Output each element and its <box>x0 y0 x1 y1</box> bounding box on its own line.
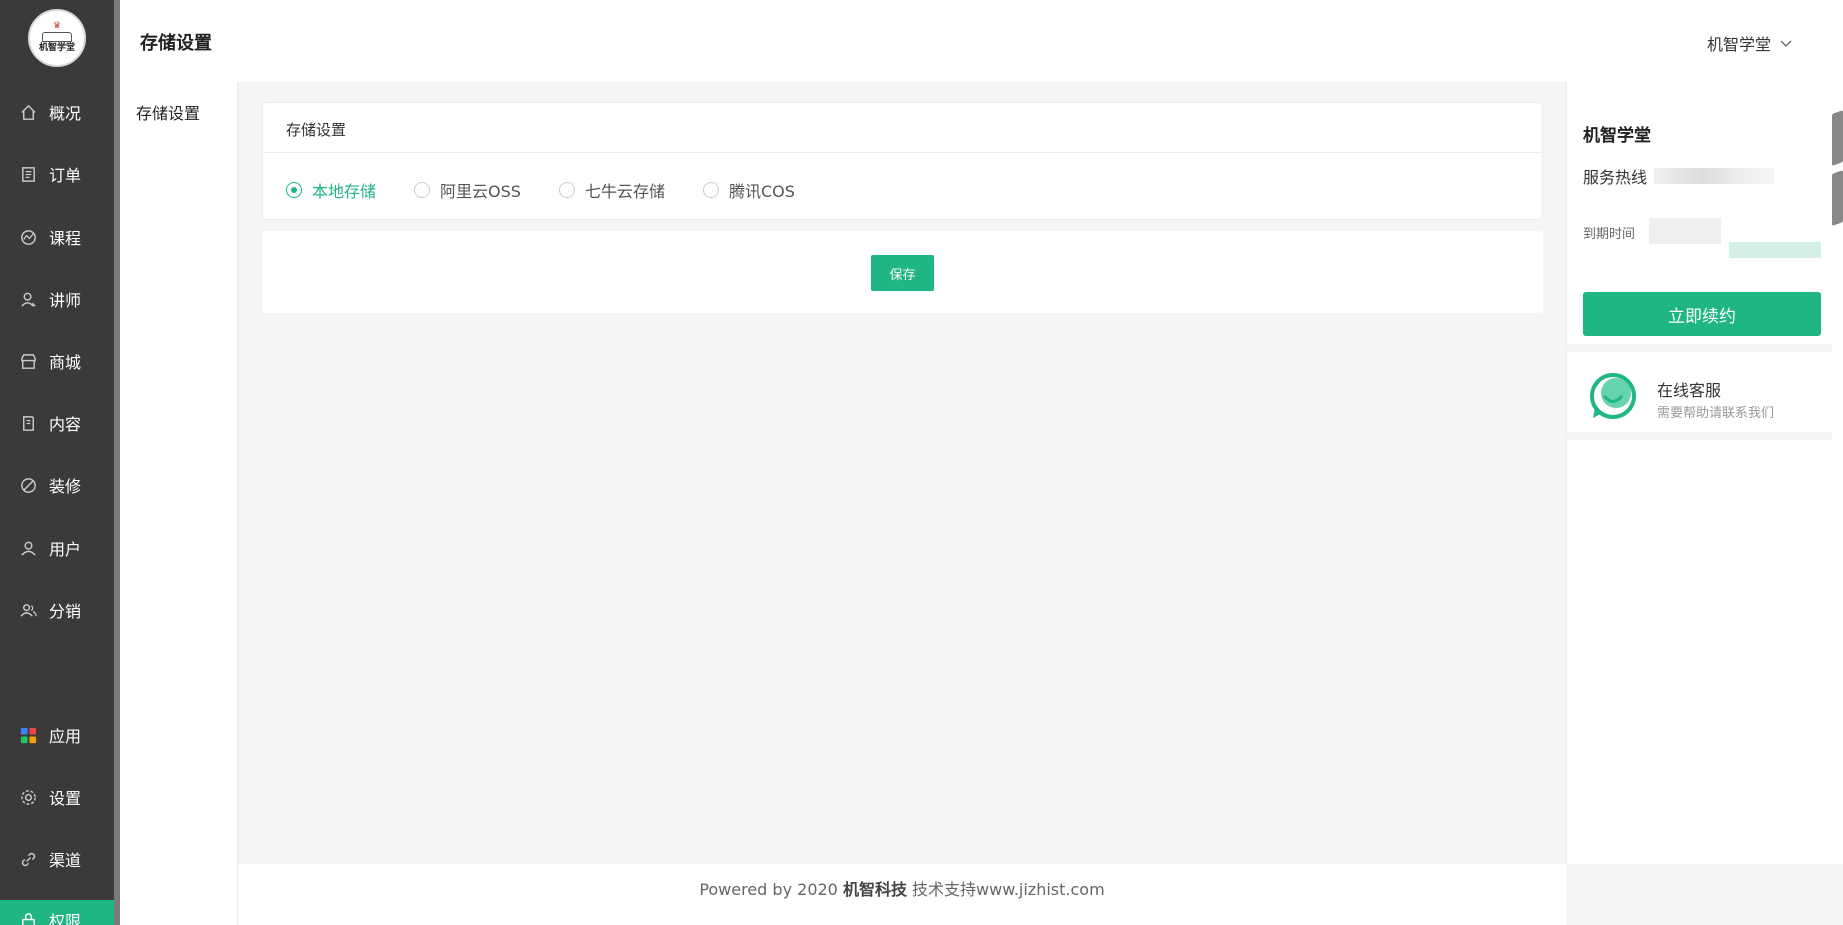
nav-item-label: 分销 <box>49 602 82 621</box>
nav-item-label: 讲师 <box>49 291 82 310</box>
chart-icon <box>18 227 38 247</box>
footer-suffix: 技术支持www.jizhist.com <box>906 880 1105 899</box>
nav-item-permissions[interactable]: 权限 <box>0 900 114 925</box>
card-title: 存储设置 <box>263 103 1542 153</box>
nav-item-label: 渠道 <box>49 851 82 870</box>
scroll-handle[interactable] <box>1832 169 1843 227</box>
book-icon <box>42 32 72 42</box>
secondary-sidebar: 存储设置 <box>120 82 238 925</box>
storage-option-radio[interactable]: 七牛云存储 <box>558 178 665 202</box>
radio-circle[interactable] <box>414 182 431 198</box>
support-subtitle: 需要帮助请联系我们 <box>1657 406 1775 421</box>
top-header: 存储设置 机智学堂 <box>120 0 1843 82</box>
receipt-icon <box>18 164 38 184</box>
expire-label: 到期时间 <box>1583 227 1636 242</box>
storage-option-label: 本地存储 <box>312 182 377 201</box>
account-name: 机智学堂 <box>1583 126 1651 146</box>
hotline-value-redacted <box>1654 168 1774 184</box>
storage-options: 本地存储 阿里云OSS 七牛云存储 腾讯COS <box>286 178 833 202</box>
renew-button[interactable]: 立即续约 <box>1583 292 1821 336</box>
storage-option-label: 七牛云存储 <box>584 182 665 201</box>
user-name: 机智学堂 <box>1707 35 1772 54</box>
radio-circle[interactable] <box>702 182 719 198</box>
nav-item-label: 应用 <box>49 727 82 746</box>
footer-prefix: Powered by 2020 <box>699 880 843 899</box>
nav-item-label: 设置 <box>49 789 82 808</box>
subnav-item-storage-settings[interactable]: 存储设置 <box>136 100 200 124</box>
left-sidebar: ♛ 机智学堂 概况订单课程讲师商城内容装修用户分销应用设置渠道权限 <box>0 0 114 925</box>
save-button[interactable]: 保存 <box>871 255 934 291</box>
page-title: 存储设置 <box>140 33 212 54</box>
storage-option-label: 阿里云OSS <box>440 182 521 201</box>
nav-item-users[interactable]: 用户 <box>0 528 114 568</box>
logo-text: 机智学堂 <box>38 43 75 53</box>
crown-icon: ♛ <box>52 21 62 31</box>
nav-item-teachers[interactable]: 讲师 <box>0 279 114 319</box>
expire-value-redacted <box>1649 218 1721 244</box>
nav-item-label: 内容 <box>49 415 82 434</box>
nav-item-courses[interactable]: 课程 <box>0 217 114 257</box>
online-support-card[interactable]: 在线客服 需要帮助请联系我们 <box>1567 344 1832 440</box>
radio-circle[interactable] <box>286 182 302 198</box>
status-redacted <box>1729 242 1821 258</box>
chevron-down-icon <box>1780 40 1792 47</box>
link-icon <box>18 849 38 869</box>
nav-item-decorate[interactable]: 装修 <box>0 465 114 505</box>
nav-item-label: 商城 <box>49 353 82 372</box>
nav-item-label: 概况 <box>49 104 82 123</box>
lock-icon <box>18 910 38 925</box>
nav-item-orders[interactable]: 订单 <box>0 154 114 194</box>
user-icon <box>18 538 38 558</box>
nav-item-channels[interactable]: 渠道 <box>0 839 114 879</box>
footer: Powered by 2020 机智科技 技术支持www.jizhist.com <box>238 864 1566 925</box>
home-icon <box>18 102 38 122</box>
storage-option-label: 腾讯COS <box>728 182 795 201</box>
nav-item-label: 权限 <box>49 912 82 925</box>
nav-item-label: 用户 <box>49 540 82 559</box>
hotline-label: 服务热线 <box>1583 168 1648 187</box>
nav-item-settings[interactable]: 设置 <box>0 777 114 817</box>
gear-icon <box>18 787 38 807</box>
brand-logo[interactable]: ♛ 机智学堂 <box>28 9 86 67</box>
support-title: 在线客服 <box>1657 381 1722 400</box>
radio-circle[interactable] <box>558 182 575 198</box>
right-panel: 机智学堂 服务热线 到期时间 立即续约 在线客服 需要帮助请联系我们 <box>1566 82 1843 864</box>
nav-item-mall[interactable]: 商城 <box>0 341 114 381</box>
users-icon <box>18 600 38 620</box>
nav-item-label: 装修 <box>49 477 82 496</box>
apps-icon <box>18 725 38 745</box>
storage-settings-card: 存储设置 本地存储 阿里云OSS 七牛云存储 腾讯COS <box>262 102 1543 220</box>
footer-company: 机智科技 <box>842 880 907 899</box>
user-menu[interactable]: 机智学堂 <box>1707 31 1792 55</box>
teacher-icon <box>18 289 38 309</box>
brush-icon <box>18 475 38 495</box>
storage-option-radio[interactable]: 腾讯COS <box>702 178 795 202</box>
account-card: 机智学堂 服务热线 到期时间 立即续约 <box>1567 102 1832 336</box>
storage-option-radio[interactable]: 本地存储 <box>286 178 376 202</box>
storage-option-radio[interactable]: 阿里云OSS <box>414 178 521 202</box>
nav-item-overview[interactable]: 概况 <box>0 92 114 132</box>
nav-item-content[interactable]: 内容 <box>0 403 114 443</box>
chat-icon <box>1590 373 1636 419</box>
document-icon <box>18 413 38 433</box>
store-icon <box>18 351 38 371</box>
nav-item-apps[interactable]: 应用 <box>0 715 114 755</box>
save-bar: 保存 <box>262 231 1543 313</box>
nav-item-label: 订单 <box>49 166 82 185</box>
scroll-handle[interactable] <box>1832 109 1843 167</box>
nav-item-distribution[interactable]: 分销 <box>0 590 114 630</box>
nav-item-label: 课程 <box>49 229 82 248</box>
